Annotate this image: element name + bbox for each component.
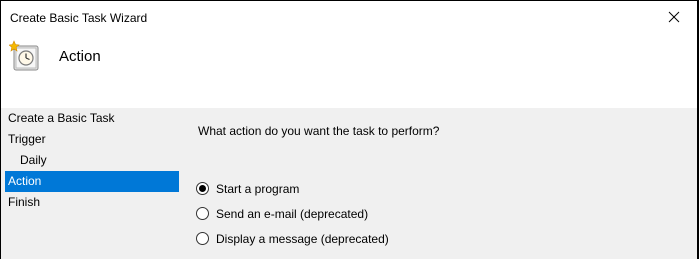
close-icon xyxy=(668,11,680,22)
page-title: Action xyxy=(59,48,101,65)
display-message-radio[interactable] xyxy=(196,232,209,245)
send-email-radio[interactable] xyxy=(196,207,209,220)
display-message-option[interactable]: Display a message (deprecated) xyxy=(196,226,389,251)
wizard-header: Action xyxy=(1,33,697,108)
start-program-radio[interactable] xyxy=(196,182,209,195)
wizard-window: Create Basic Task Wizard Action Create a… xyxy=(1,1,697,259)
send-email-option[interactable]: Send an e-mail (deprecated) xyxy=(196,201,389,226)
step-action[interactable]: Action xyxy=(5,171,179,192)
radio-selected-dot xyxy=(199,185,206,192)
step-daily[interactable]: Daily xyxy=(5,150,181,171)
step-list: Create a Basic Task Trigger Daily Action… xyxy=(5,108,181,213)
start-program-option[interactable]: Start a program xyxy=(196,176,389,201)
display-message-label[interactable]: Display a message (deprecated) xyxy=(216,232,389,246)
action-radio-group: Start a program Send an e-mail (deprecat… xyxy=(196,176,389,251)
window-title: Create Basic Task Wizard xyxy=(10,11,148,25)
wizard-body: Create a Basic Task Trigger Daily Action… xyxy=(1,108,697,259)
close-button[interactable] xyxy=(651,1,697,32)
start-program-label[interactable]: Start a program xyxy=(216,182,299,196)
action-prompt: What action do you want the task to perf… xyxy=(198,124,440,138)
task-scheduler-clock-icon xyxy=(9,40,39,71)
title-bar: Create Basic Task Wizard xyxy=(1,1,697,33)
step-finish[interactable]: Finish xyxy=(5,192,181,213)
step-create-basic-task[interactable]: Create a Basic Task xyxy=(5,108,181,129)
step-trigger[interactable]: Trigger xyxy=(5,129,181,150)
send-email-label[interactable]: Send an e-mail (deprecated) xyxy=(216,207,368,221)
